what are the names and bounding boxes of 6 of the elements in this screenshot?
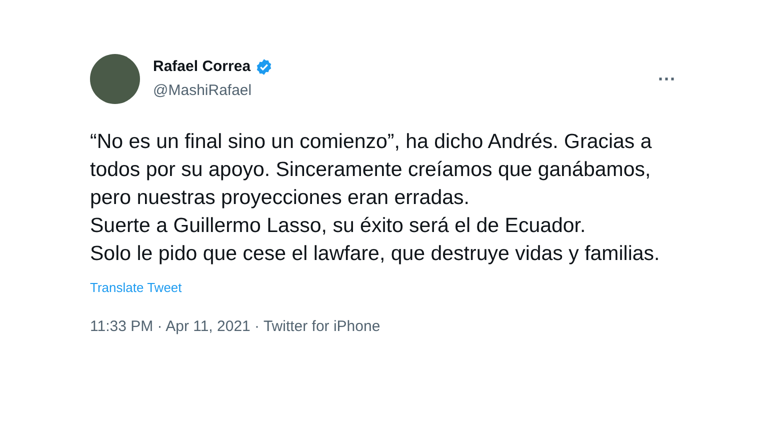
author-name[interactable]: Rafael Correa [153,56,251,78]
avatar-photo-placeholder[interactable] [90,54,140,104]
tweet-timestamp: 11:33 PM · Apr 11, 2021 · Twitter for iPhone [90,316,382,336]
author-handle[interactable]: @MashiRafael [153,80,273,102]
tweet-text: “No es un final sino un comienzo”, ha dicho Andrés. Gracias a todos por su apoyo. Sinceramente creíamos que ganábamos, pero nuestras proyecciones eran erradas. Suerte a Guillermo Lasso, su éxito será el de Ecuador. Solo le pido que cese el lawfare, que destruye vidas y familias. [90,129,661,267]
more-options-button[interactable]: ··· [658,70,676,88]
